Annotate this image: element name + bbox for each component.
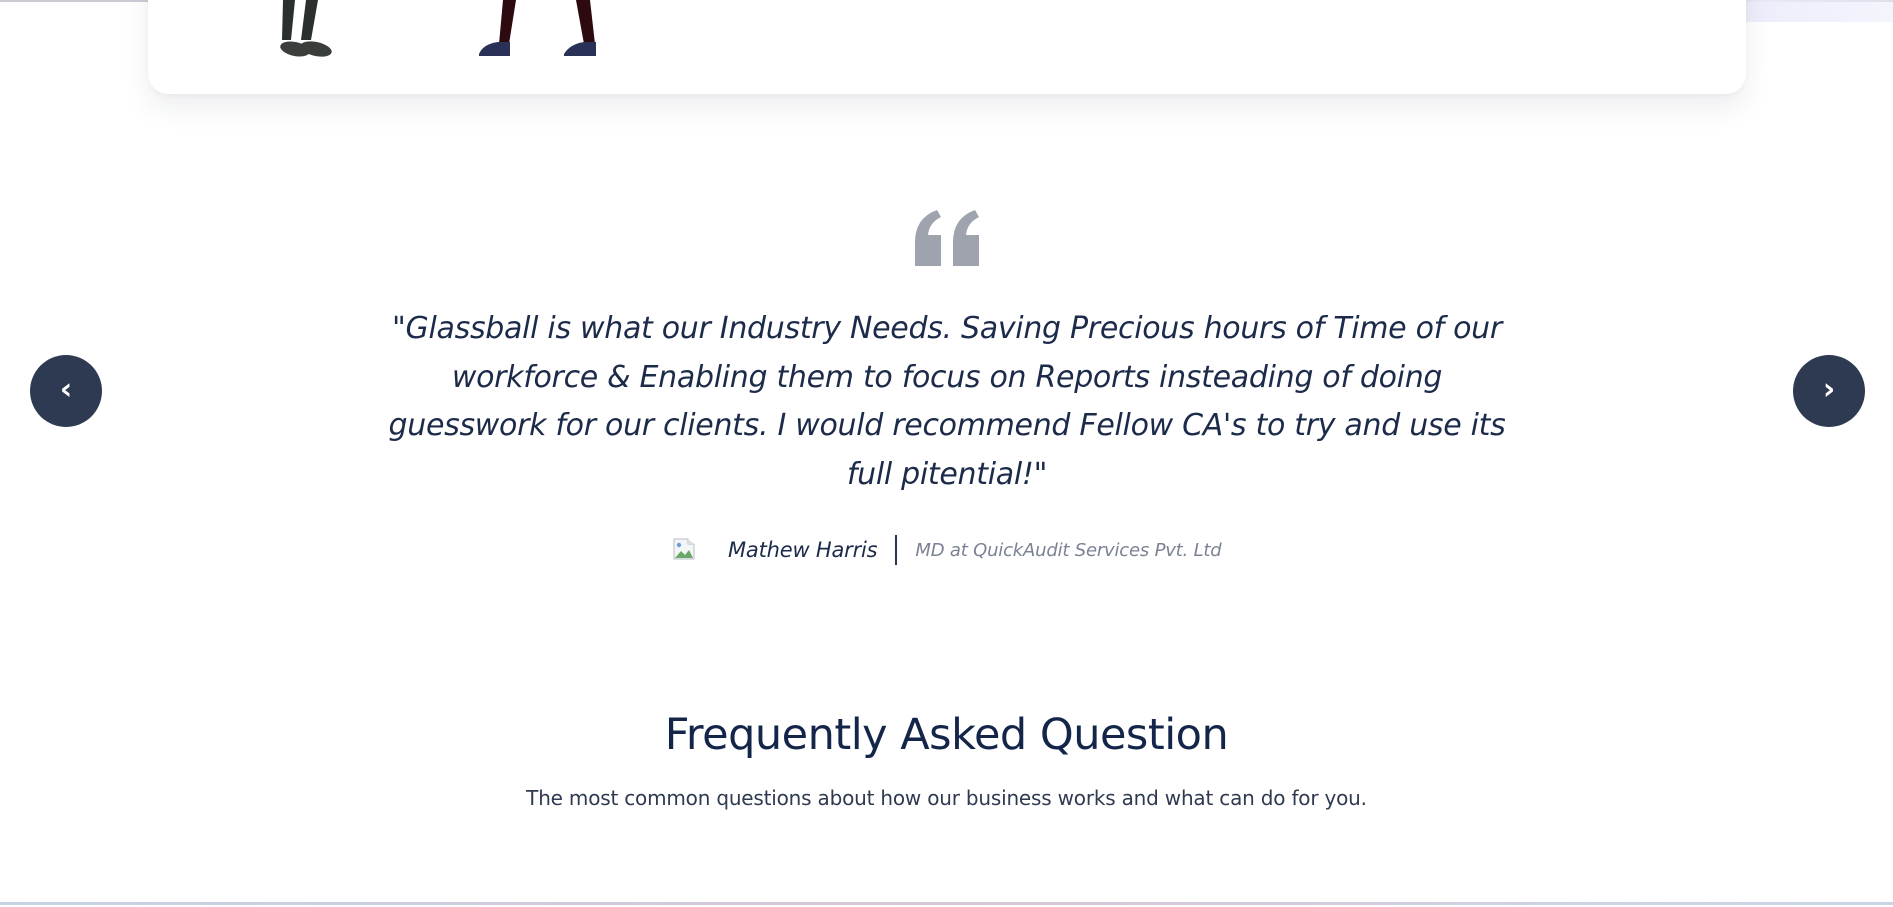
chevron-left-icon: ‹ xyxy=(59,372,73,407)
broken-image-icon xyxy=(672,537,698,563)
carousel-prev-button[interactable]: ‹ xyxy=(30,355,102,427)
people-illustration xyxy=(280,0,596,57)
testimonial-quote: "Glassball is what our Industry Needs. S… xyxy=(388,311,1506,492)
bottom-divider xyxy=(0,902,1893,905)
page: "Glassball is what our Industry Needs. S… xyxy=(0,0,1893,907)
author-role: MD at QuickAudit Services Pvt. Ltd xyxy=(915,539,1222,561)
chevron-right-icon: › xyxy=(1822,372,1836,407)
testimonial-author: Mathew Harris MD at QuickAudit Services … xyxy=(672,530,1222,570)
quote-icon xyxy=(915,210,979,266)
faq-title: Frequently Asked Question xyxy=(664,710,1229,760)
faq-subtitle: The most common questions about how our … xyxy=(526,786,1367,810)
author-divider xyxy=(895,535,898,565)
illustration-card xyxy=(148,0,1746,94)
author-name: Mathew Harris xyxy=(728,538,878,562)
carousel-next-button[interactable]: › xyxy=(1793,355,1865,427)
